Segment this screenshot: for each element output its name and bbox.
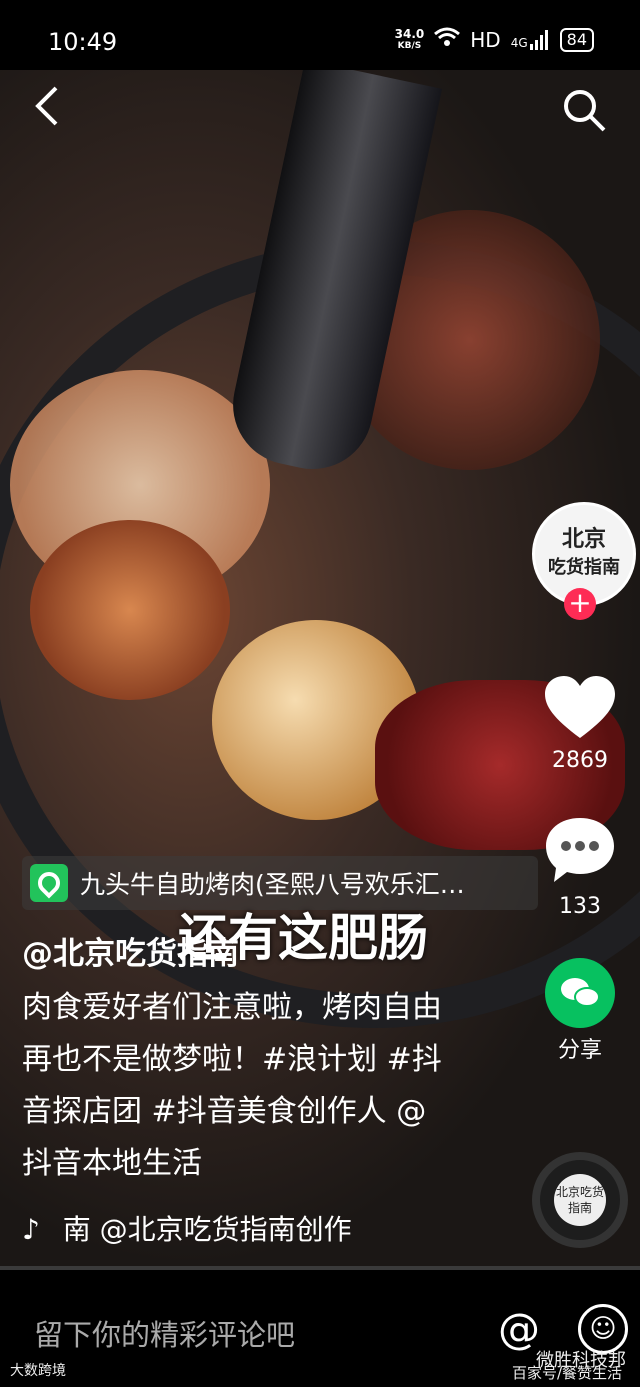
comment-count: 133 — [559, 894, 601, 919]
post-description: 肉食爱好者们注意啦，烤肉自由再也不是做梦啦！#浪计划 #抖音探店团 #抖音美食创… — [22, 990, 442, 1181]
share-label: 分享 — [557, 1038, 602, 1063]
status-indicators: 34.0 KB/S HD 4G 84 — [395, 27, 594, 52]
hd-indicator: HD — [470, 27, 501, 52]
like-count: 2869 — [552, 748, 608, 773]
follow-button[interactable]: + — [564, 588, 596, 620]
search-button[interactable] — [560, 86, 608, 145]
music-text: 南 @北京吃货指南创作 — [62, 1213, 352, 1246]
battery-icon: 84 — [559, 27, 594, 52]
share-button[interactable]: 分享 — [532, 958, 628, 1064]
comment-input[interactable]: 留下你的精彩评论吧 — [34, 1312, 295, 1354]
location-pin-icon — [30, 864, 68, 902]
avatar-line2: 吃货指南 — [548, 557, 620, 578]
video-progress-bar[interactable] — [0, 1266, 640, 1270]
speed-unit: KB/S — [397, 40, 422, 51]
heart-icon — [545, 676, 615, 738]
music-disc[interactable]: 北京吃货指南 — [532, 1152, 628, 1248]
wechat-icon — [545, 958, 615, 1028]
speed-value: 34.0 — [394, 26, 425, 41]
status-time: 10:49 — [48, 28, 118, 56]
comment-icon — [546, 818, 614, 882]
wifi-icon — [434, 27, 461, 52]
music-note-icon: ♪ — [22, 1213, 40, 1246]
network-speed: 34.0 KB/S — [395, 28, 425, 52]
disc-label: 北京吃货指南 — [554, 1174, 606, 1226]
back-button[interactable] — [32, 84, 62, 139]
mention-button[interactable]: @ — [498, 1304, 540, 1353]
author-name[interactable]: @北京吃货指南 — [22, 928, 239, 973]
status-bar: 10:49 34.0 KB/S HD 4G 84 — [0, 0, 640, 70]
network-type: 4G — [510, 35, 528, 50]
watermark-left: 大数跨境 — [10, 1363, 66, 1379]
watermark-right-2: 百家号/餐赞生活 — [512, 1364, 623, 1382]
signal-icon — [529, 29, 548, 50]
signal-indicator: 4G — [510, 29, 550, 50]
location-text: 九头牛自助烤肉(圣熙八号欢乐汇… — [80, 870, 465, 899]
back-arrow-icon — [35, 86, 58, 126]
food-meat-graphic — [30, 520, 230, 700]
search-icon — [564, 90, 606, 132]
comment-button[interactable]: 133 — [532, 816, 628, 919]
music-info[interactable]: ♪ 南 @北京吃货指南创作 — [22, 1208, 352, 1248]
creator-avatar-group[interactable]: 北京 吃货指南 + — [532, 502, 636, 620]
avatar-line1: 北京 — [561, 527, 606, 552]
like-button[interactable]: 2869 — [532, 674, 628, 773]
